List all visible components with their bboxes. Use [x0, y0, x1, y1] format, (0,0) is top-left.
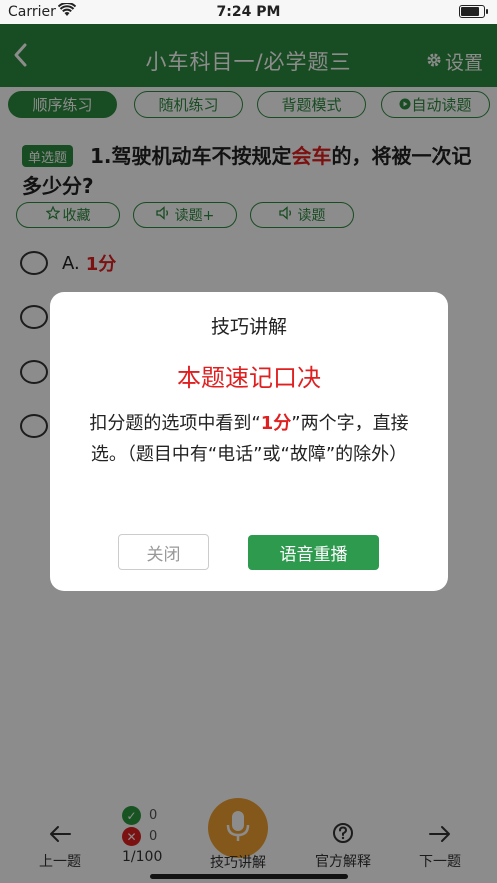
- tips-dialog: 技巧讲解 本题速记口决 扣分题的选项中看到“1分”两个字，直接选。（题目中有“电…: [50, 292, 448, 591]
- status-bar: Carrier 7:24 PM: [0, 0, 497, 24]
- battery-icon: [459, 5, 488, 18]
- dialog-body-text: 扣分题的选项中看到“: [89, 413, 261, 434]
- clock: 7:24 PM: [216, 4, 281, 20]
- dialog-body-keyword: 1分: [260, 413, 292, 434]
- close-button[interactable]: 关闭: [118, 534, 209, 570]
- replay-button[interactable]: 语音重播: [248, 535, 379, 570]
- dialog-subtitle: 本题速记口决: [177, 364, 321, 392]
- dialog-title: 技巧讲解: [210, 316, 287, 338]
- dialog-body: 扣分题的选项中看到“1分”两个字，直接选。（题目中有“电话”或“故障”的除外）: [78, 408, 420, 470]
